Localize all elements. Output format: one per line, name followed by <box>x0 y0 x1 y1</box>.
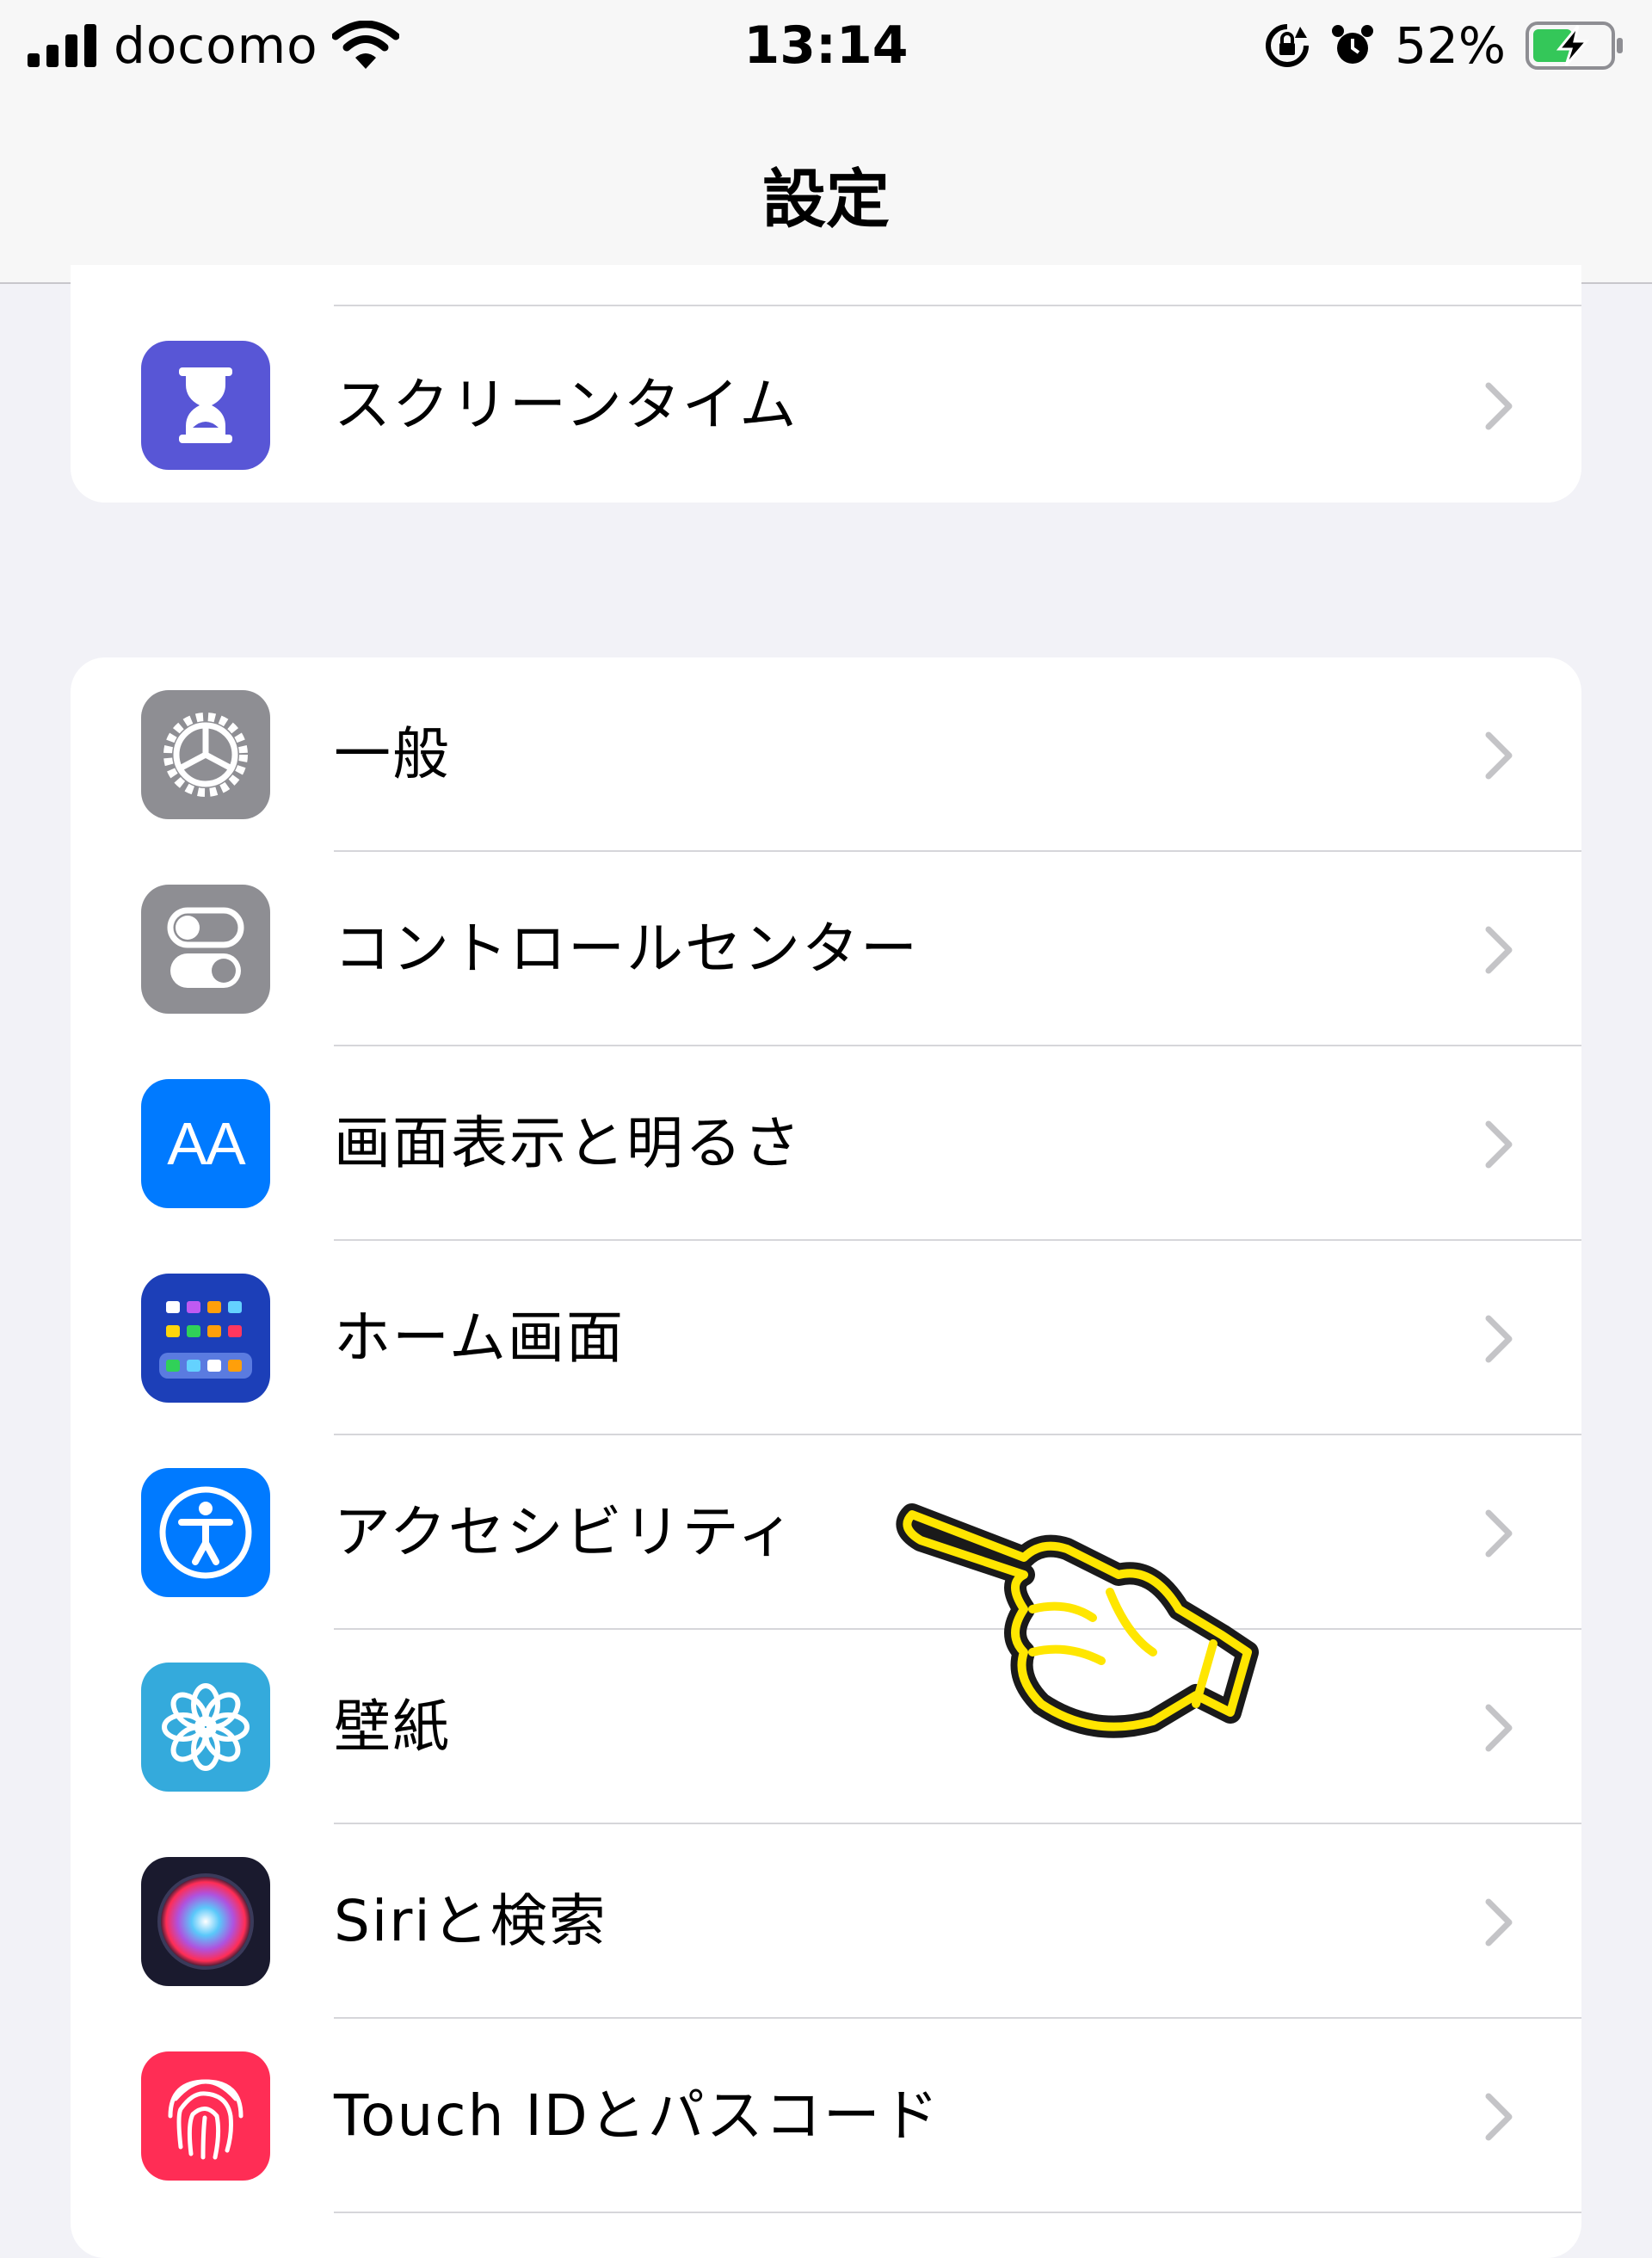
battery-charging-icon <box>1526 22 1623 70</box>
orientation-lock-icon <box>1266 24 1310 67</box>
chevron-right-icon <box>1485 731 1513 780</box>
chevron-right-icon <box>1485 1898 1513 1946</box>
settings-row-general[interactable]: 一般 <box>71 657 1581 852</box>
settings-row-wallpaper[interactable]: 壁紙 <box>71 1630 1581 1824</box>
settings-row-siri-search[interactable]: Siriと検索 <box>71 1824 1581 2019</box>
row-label: 画面表示と明るさ <box>334 1110 802 1176</box>
divider <box>334 305 1581 306</box>
toggles-icon <box>141 885 270 1014</box>
row-label: Siriと検索 <box>334 1888 607 1954</box>
siri-icon <box>141 1857 270 1986</box>
status-right: 52% <box>1264 15 1626 76</box>
status-bar: docomo 13:14 52% <box>0 0 1652 95</box>
chevron-right-icon <box>1485 1315 1513 1363</box>
text-size-icon-glyph: AA <box>167 1110 245 1177</box>
row-label: コントロールセンター <box>334 916 919 982</box>
text-size-icon: AA <box>141 1079 270 1208</box>
divider <box>334 2212 1581 2213</box>
settings-group-screen-time: スクリーンタイム <box>71 265 1581 503</box>
hourglass-icon <box>141 341 270 470</box>
flower-icon <box>141 1663 270 1792</box>
chevron-right-icon <box>1485 2093 1513 2141</box>
settings-row-control-center[interactable]: コントロールセンター <box>71 852 1581 1046</box>
accessibility-icon <box>141 1468 270 1597</box>
row-label: 一般 <box>334 721 451 787</box>
pointing-hand-icon <box>896 1503 1259 1738</box>
home-screen-grid-icon <box>141 1274 270 1403</box>
settings-group-general: 一般 コントロールセンター AA 画面表示と明るさ ホーム画面 アクセシビリティ… <box>71 657 1581 2258</box>
nav-bar: 設定 <box>0 95 1652 284</box>
chevron-right-icon <box>1485 382 1513 430</box>
chevron-right-icon <box>1485 1704 1513 1752</box>
fingerprint-icon <box>141 2051 270 2181</box>
settings-row-display-brightness[interactable]: AA 画面表示と明るさ <box>71 1046 1581 1241</box>
battery-percentage: 52% <box>1395 16 1506 75</box>
chevron-right-icon <box>1485 926 1513 974</box>
chevron-right-icon <box>1485 1509 1513 1558</box>
row-label: アクセシビリティ <box>334 1499 796 1565</box>
settings-row-home-screen[interactable]: ホーム画面 <box>71 1241 1581 1435</box>
gear-icon <box>141 690 270 819</box>
row-label: ホーム画面 <box>334 1305 626 1371</box>
page-title: 設定 <box>762 163 890 237</box>
settings-row-screen-time[interactable]: スクリーンタイム <box>71 308 1581 503</box>
row-label: スクリーンタイム <box>334 372 798 438</box>
alarm-icon <box>1332 25 1374 64</box>
row-label: Touch IDとパスコード <box>334 2082 940 2149</box>
settings-row-accessibility[interactable]: アクセシビリティ <box>71 1435 1581 1630</box>
chevron-right-icon <box>1485 1120 1513 1169</box>
settings-row-touch-id-passcode[interactable]: Touch IDとパスコード <box>71 2019 1581 2213</box>
row-label: 壁紙 <box>334 1694 451 1760</box>
